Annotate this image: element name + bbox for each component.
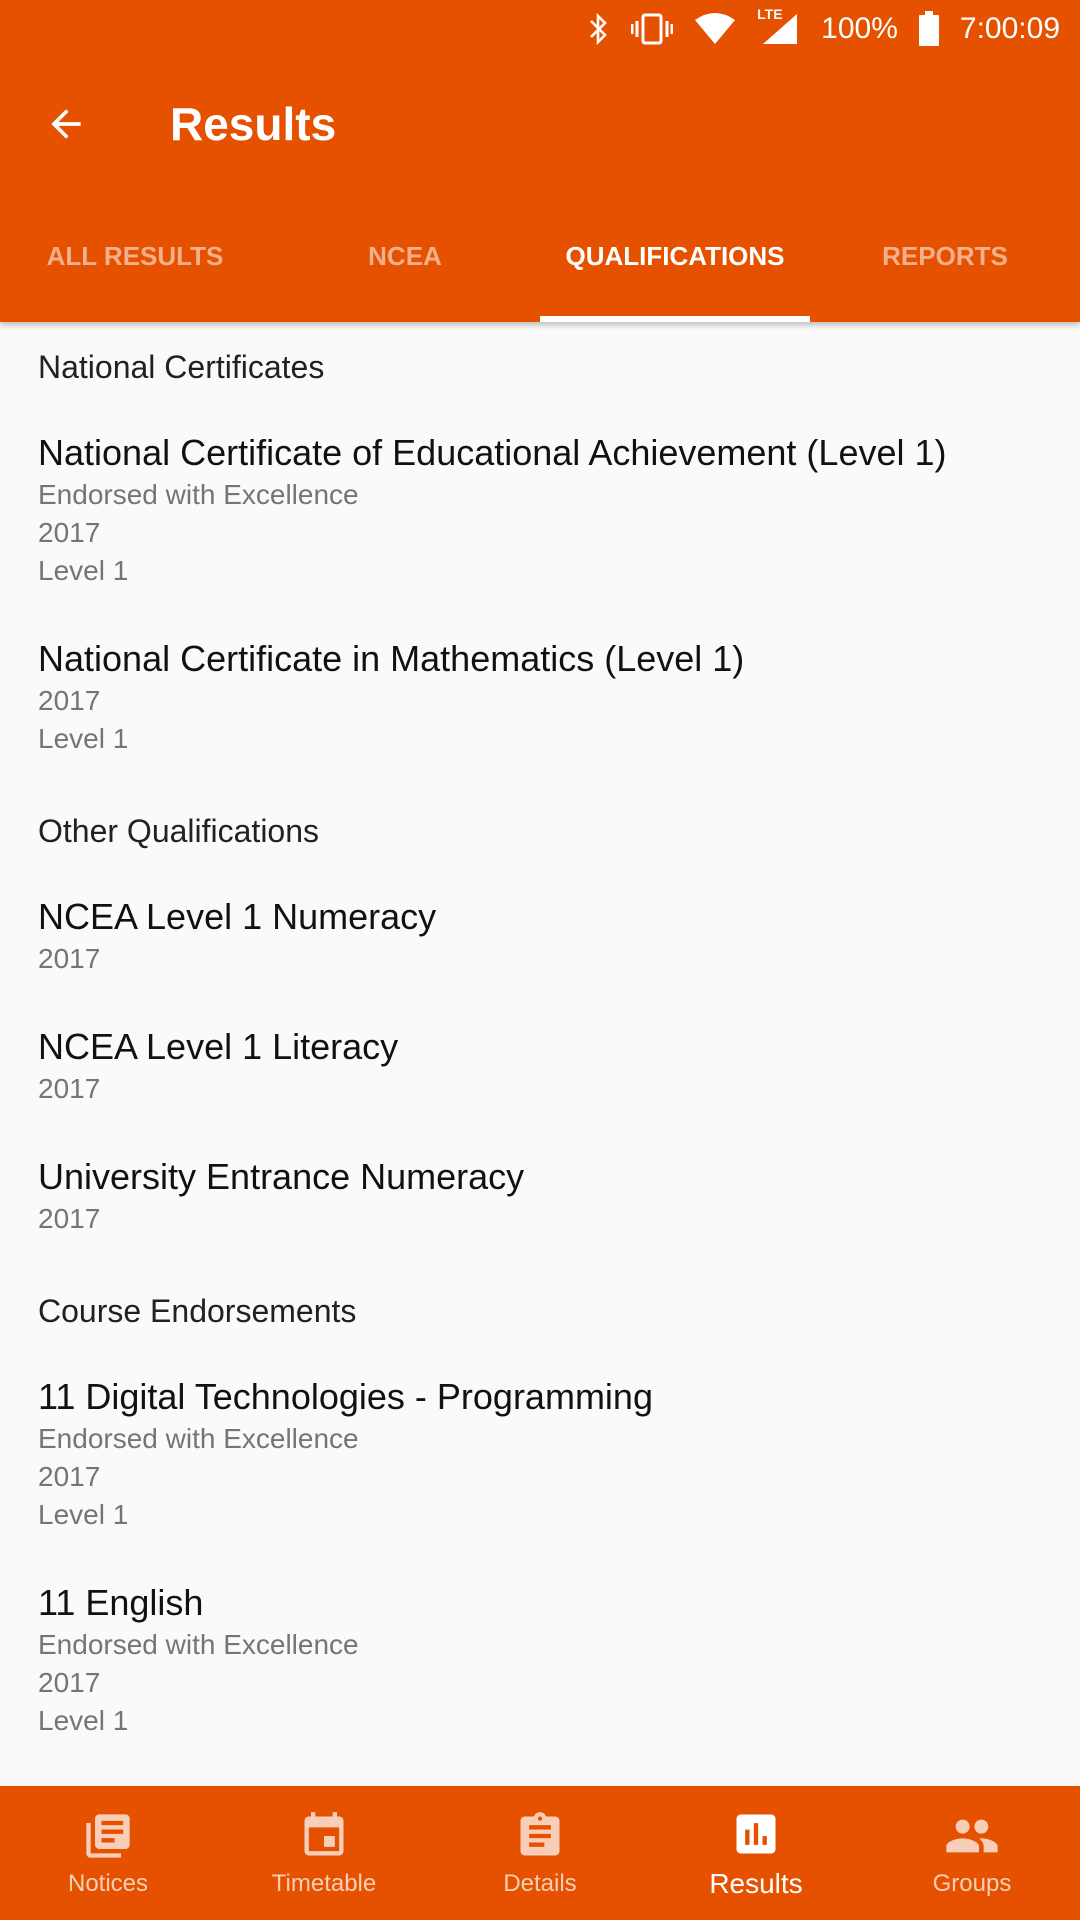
arrow-left-icon [44,102,88,146]
signal-icon: LTE [757,6,801,46]
tab-all-results[interactable]: ALL RESULTS [0,190,270,322]
calendar-icon [298,1808,350,1864]
tab-label: NCEA [368,240,442,271]
tab-label: QUALIFICATIONS [565,240,785,271]
nav-notices[interactable]: Notices [0,1786,216,1920]
list-item[interactable]: National Certificate of Educational Achi… [0,412,1080,618]
back-button[interactable] [30,88,102,160]
tab-label: REPORTS [882,240,1008,271]
tab-ncea[interactable]: NCEA [270,190,540,322]
item-title: National Certificate in Mathematics (Lev… [38,638,745,679]
item-title: NCEA Level 1 Literacy [38,1026,399,1067]
item-endorsement: Endorsed with Excellence [38,479,359,510]
item-level: Level 1 [38,1499,129,1530]
list-item[interactable]: NCEA Level 1 Literacy 2017 [0,1006,1080,1136]
page-title: Results [170,98,337,150]
status-bar: LTE 100% 7:00:09 [0,0,1080,58]
item-endorsement: Endorsed with Excellence [38,1629,359,1660]
list-item[interactable]: National Certificate in Mathematics (Lev… [0,618,1080,786]
item-year: 2017 [38,517,101,548]
nav-label: Timetable [271,1870,377,1897]
item-title: NCEA Level 1 Numeracy [38,896,437,937]
item-level: Level 1 [38,723,129,754]
section-header: National Certificates [38,348,325,385]
bar-chart-icon [730,1806,782,1862]
nav-label: Results [709,1868,803,1899]
app-bar: LTE 100% 7:00:09 Results ALL RESULTS NCE… [0,0,1080,322]
item-year: 2017 [38,1203,101,1234]
nav-groups[interactable]: Groups [864,1786,1080,1920]
battery-icon [918,11,940,47]
tab-bar: ALL RESULTS NCEA QUALIFICATIONS REPORTS [0,190,1080,322]
list-item[interactable]: 11 English Endorsed with Excellence 2017… [0,1562,1080,1768]
battery-percent: 100% [821,12,898,45]
qualifications-list[interactable]: National Certificates National Certifica… [0,322,1080,1786]
item-year: 2017 [38,1461,101,1492]
list-item[interactable]: 11 Digital Technologies - Programming En… [0,1356,1080,1562]
tab-qualifications[interactable]: QUALIFICATIONS [540,190,810,322]
people-icon [944,1808,1000,1864]
list-item[interactable]: University Entrance Numeracy 2017 [0,1136,1080,1266]
nav-details[interactable]: Details [432,1786,648,1920]
item-endorsement: Endorsed with Excellence [38,1423,359,1454]
nav-timetable[interactable]: Timetable [216,1786,432,1920]
bottom-navigation: Notices Timetable Details Results Groups [0,1786,1080,1920]
notices-icon [82,1808,134,1864]
nav-label: Groups [932,1870,1012,1897]
network-type-label: LTE [757,6,783,22]
bluetooth-icon [587,12,611,46]
item-level: Level 1 [38,1705,129,1736]
item-year: 2017 [38,943,101,974]
item-level: Level 1 [38,555,129,586]
wifi-icon [693,12,737,46]
nav-label: Details [503,1870,577,1897]
nav-label: Notices [67,1870,149,1897]
list-item[interactable]: NCEA Level 1 Numeracy 2017 [0,876,1080,1006]
clock: 7:00:09 [959,12,1060,45]
item-title: National Certificate of Educational Achi… [38,432,947,473]
item-year: 2017 [38,685,101,716]
tab-reports[interactable]: REPORTS [810,190,1080,322]
clipboard-icon [514,1808,566,1864]
nav-results[interactable]: Results [648,1786,864,1920]
tab-label: ALL RESULTS [46,240,224,271]
section-header: Course Endorsements [38,1292,357,1329]
toolbar: Results [0,58,1080,190]
section-header: Other Qualifications [38,812,320,849]
item-year: 2017 [38,1073,101,1104]
item-title: 11 Digital Technologies - Programming [38,1376,653,1417]
item-year: 2017 [38,1667,101,1698]
item-title: 11 English [38,1582,204,1623]
vibrate-icon [631,12,674,46]
item-title: University Entrance Numeracy [38,1156,525,1197]
